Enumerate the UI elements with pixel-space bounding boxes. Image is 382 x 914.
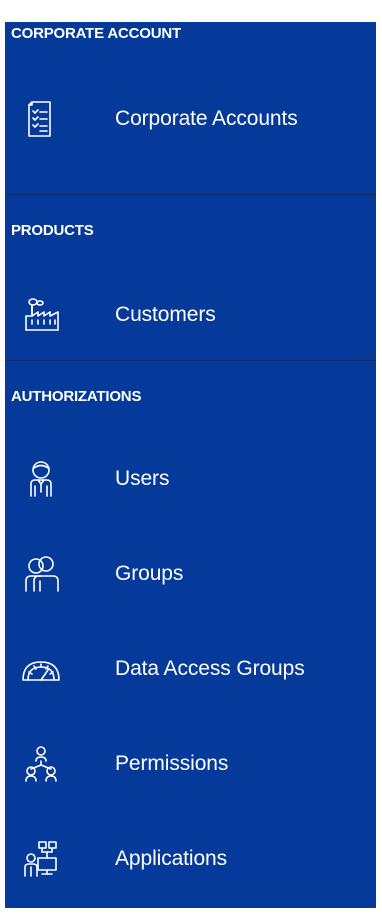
factory-icon [19,293,63,337]
user-icon [19,457,63,501]
section-header: CORPORATE ACCOUNT [11,25,181,42]
sidebar-item-label: Users [115,466,170,490]
sidebar-nav: CORPORATE ACCOUNT Corporate Accounts PRO… [5,22,376,908]
applications-icon [19,837,63,881]
section-header: PRODUCTS [11,222,94,239]
sidebar-item-label: Customers [115,303,216,326]
section-corporate-account: CORPORATE ACCOUNT Corporate Accounts [5,22,376,194]
sidebar-item-label: Groups [115,561,184,585]
sidebar-item-label: Permissions [115,751,229,775]
section-products: PRODUCTS Customers [5,194,376,360]
group-icon [19,552,63,596]
sidebar-item-corporate-accounts[interactable]: Corporate Accounts [5,70,376,168]
sidebar-item-users[interactable]: Users [5,431,376,526]
sidebar-item-label: Data Access Groups [115,656,305,680]
sidebar-item-label: Applications [115,846,228,870]
sidebar-item-permissions[interactable]: Permissions [5,716,376,811]
gauge-icon [19,647,63,691]
document-list-icon [19,97,63,141]
section-header: AUTHORIZATIONS [11,388,142,405]
sidebar-item-data-access-groups[interactable]: Data Access Groups [5,621,376,716]
sidebar-item-label: Corporate Accounts [115,107,298,130]
sidebar-item-groups[interactable]: Groups [5,526,376,621]
org-chart-icon [19,742,63,786]
sidebar-item-customers[interactable]: Customers [5,267,376,363]
section-authorizations: AUTHORIZATIONS Users Groups Data Access … [5,360,376,907]
